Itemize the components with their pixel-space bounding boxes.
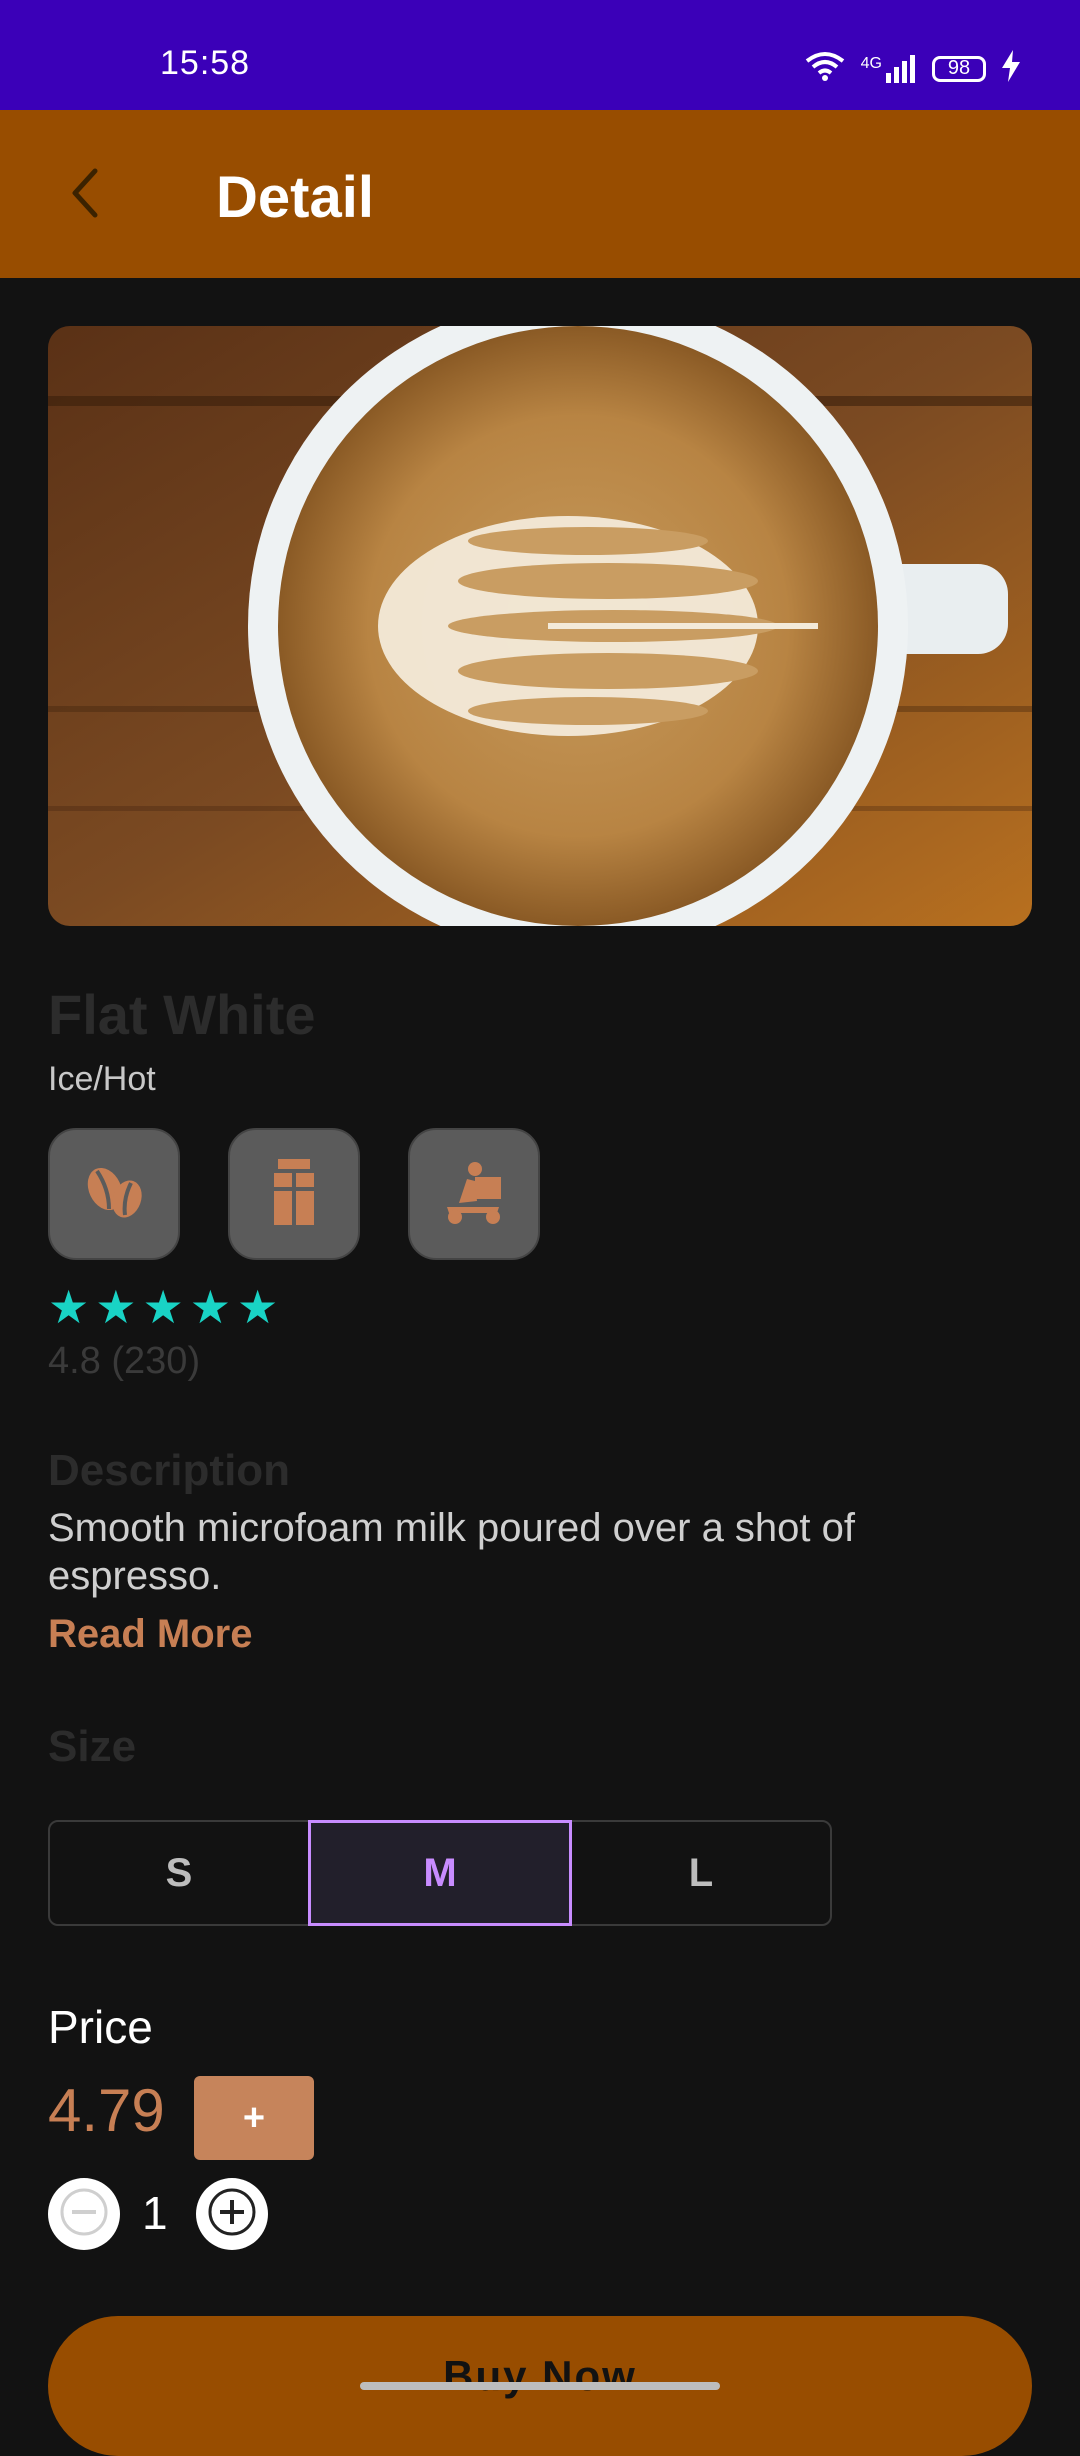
increase-quantity-button[interactable] xyxy=(196,2178,268,2250)
coffee-beans-icon xyxy=(79,1157,149,1232)
chevron-left-icon xyxy=(65,165,105,226)
status-time: 15:58 xyxy=(160,44,251,82)
rating-stars: ★ ★ ★ ★ ★ xyxy=(48,1284,278,1330)
feature-icons xyxy=(48,1128,540,1260)
status-icons: 4G 98 xyxy=(805,50,1020,87)
rating-text: 4.8 (230) xyxy=(48,1340,201,1382)
quantity-value: 1 xyxy=(142,2187,168,2239)
star-icon: ★ xyxy=(237,1281,279,1333)
product-image xyxy=(48,326,1032,926)
product-subtitle: Ice/Hot xyxy=(48,1060,156,1098)
size-selector: S M L xyxy=(48,1820,832,1926)
star-icon: ★ xyxy=(48,1281,90,1333)
battery-icon: 98 xyxy=(932,55,986,82)
price-label: Price xyxy=(48,2001,153,2053)
star-icon: ★ xyxy=(189,1281,231,1333)
star-icon: ★ xyxy=(95,1281,137,1333)
read-more-link[interactable]: Read More xyxy=(48,1612,253,1657)
buy-now-label: Buy Now xyxy=(443,2352,637,2399)
size-option-m[interactable]: M xyxy=(308,1820,572,1926)
size-option-l[interactable]: L xyxy=(572,1822,830,1924)
price-value: 4.79 xyxy=(48,2077,165,2144)
wifi-icon xyxy=(805,51,845,86)
feature-tile-delivery xyxy=(408,1128,540,1260)
home-indicator[interactable] xyxy=(360,2382,720,2390)
plus-icon xyxy=(196,2176,268,2253)
battery-level: 98 xyxy=(947,57,971,79)
delivery-scooter-icon xyxy=(439,1157,509,1232)
app-bar: Detail xyxy=(0,110,1080,278)
decrease-quantity-button[interactable] xyxy=(48,2178,120,2250)
size-option-s[interactable]: S xyxy=(50,1822,308,1924)
signal-icon: 4G xyxy=(860,54,916,83)
charging-icon xyxy=(1002,50,1020,87)
network-type: 4G xyxy=(860,54,882,72)
page-title: Detail xyxy=(216,165,374,230)
feature-tile-milk xyxy=(228,1128,360,1260)
minus-icon xyxy=(48,2176,120,2253)
back-button[interactable] xyxy=(50,160,120,230)
feature-tile-beans xyxy=(48,1128,180,1260)
product-name: Flat White xyxy=(48,983,316,1046)
star-icon: ★ xyxy=(142,1281,184,1333)
status-bar: 15:58 4G 98 xyxy=(0,0,1080,110)
description-heading: Description xyxy=(48,1446,291,1495)
size-heading: Size xyxy=(48,1722,137,1771)
description-text: Smooth microfoam milk poured over a shot… xyxy=(48,1506,856,1598)
milk-carton-icon xyxy=(264,1157,324,1232)
add-button[interactable]: + xyxy=(194,2076,314,2160)
